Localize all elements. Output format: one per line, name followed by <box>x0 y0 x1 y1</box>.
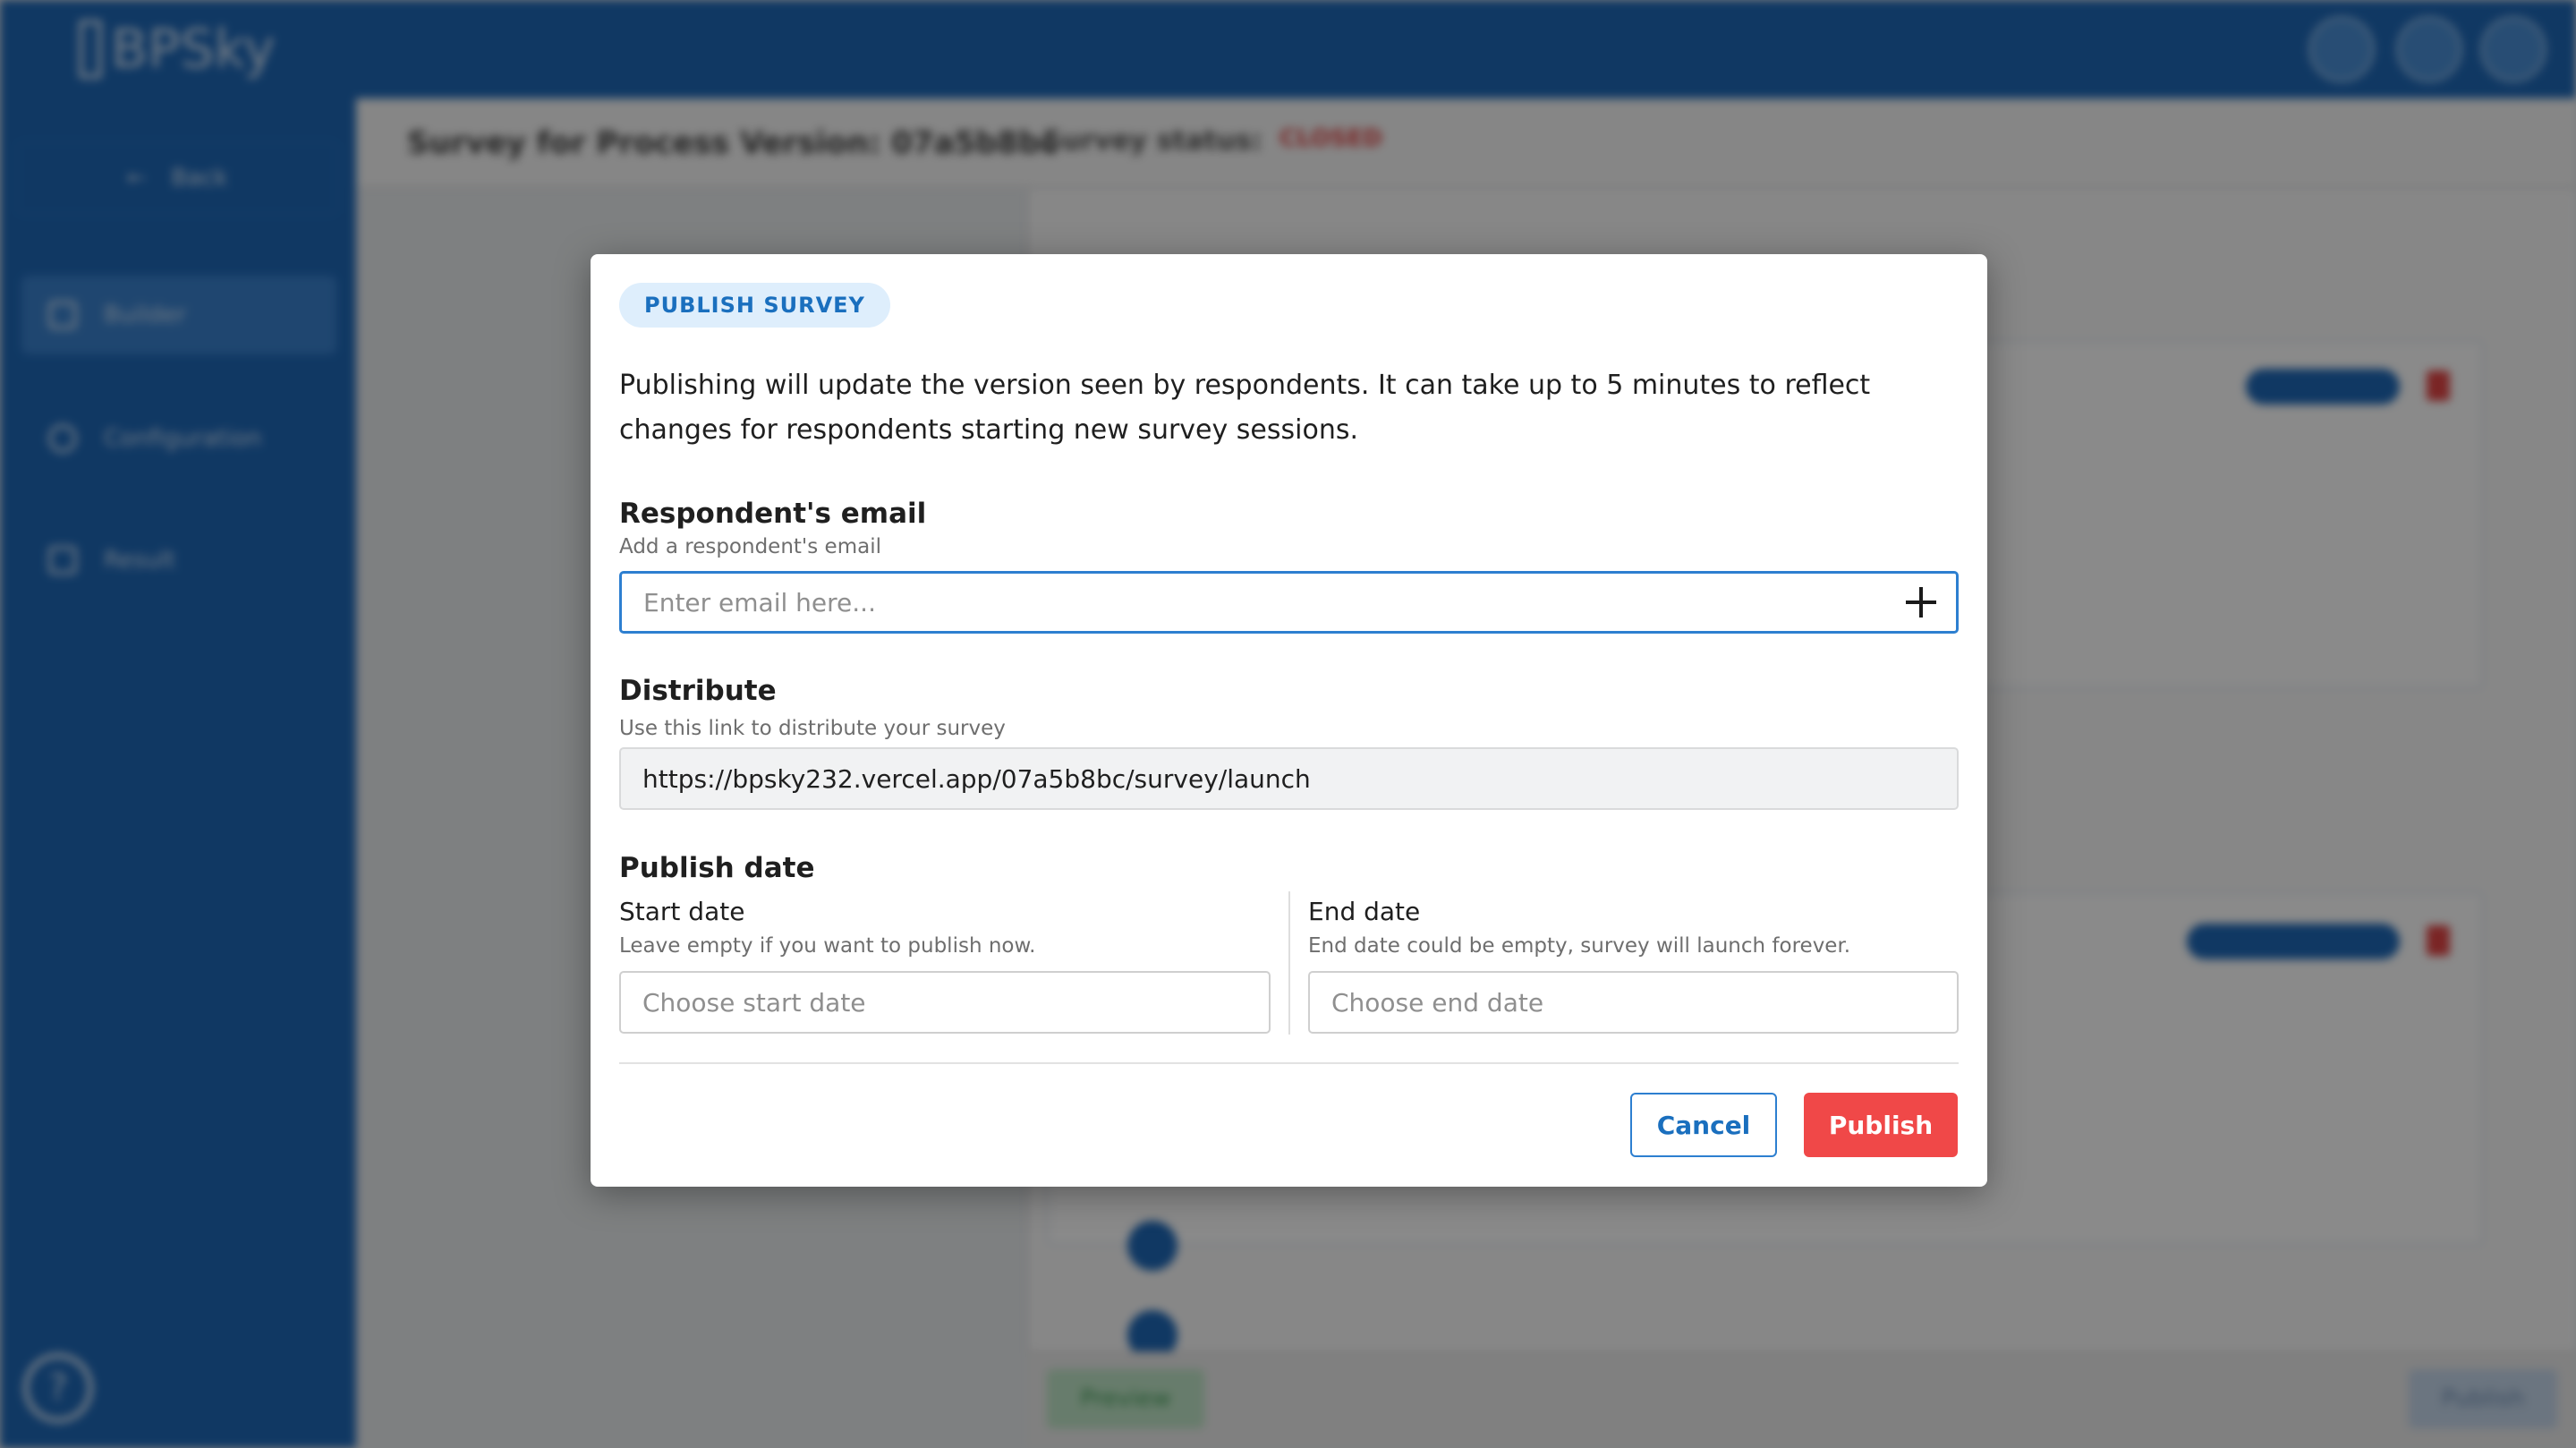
publish-survey-dialog: PUBLISH SURVEY Publishing will update th… <box>591 254 1987 1187</box>
cancel-button[interactable]: Cancel <box>1630 1093 1777 1157</box>
end-date-hint: End date could be empty, survey will lau… <box>1308 934 1851 958</box>
dialog-title-badge: PUBLISH SURVEY <box>619 283 890 328</box>
date-divider <box>1288 891 1290 1035</box>
distribute-section-title: Distribute <box>619 675 777 707</box>
end-date-label: End date <box>1308 897 1421 926</box>
dialog-intro-text: Publishing will update the version seen … <box>619 370 1871 446</box>
start-date-label: Start date <box>619 897 745 926</box>
add-email-button[interactable] <box>1900 582 1942 623</box>
email-section-title: Respondent's email <box>619 498 927 530</box>
distribute-link-field[interactable] <box>619 747 1959 810</box>
email-input[interactable] <box>619 571 1959 634</box>
start-date-input[interactable] <box>619 971 1271 1034</box>
distribute-section-subtitle: Use this link to distribute your survey <box>619 717 1006 740</box>
end-date-input[interactable] <box>1308 971 1959 1034</box>
footer-divider <box>619 1062 1959 1064</box>
start-date-hint: Leave empty if you want to publish now. <box>619 934 1036 958</box>
publish-button[interactable]: Publish <box>1804 1093 1958 1157</box>
publish-date-section-title: Publish date <box>619 852 815 884</box>
email-section-subtitle: Add a respondent's email <box>619 535 881 558</box>
